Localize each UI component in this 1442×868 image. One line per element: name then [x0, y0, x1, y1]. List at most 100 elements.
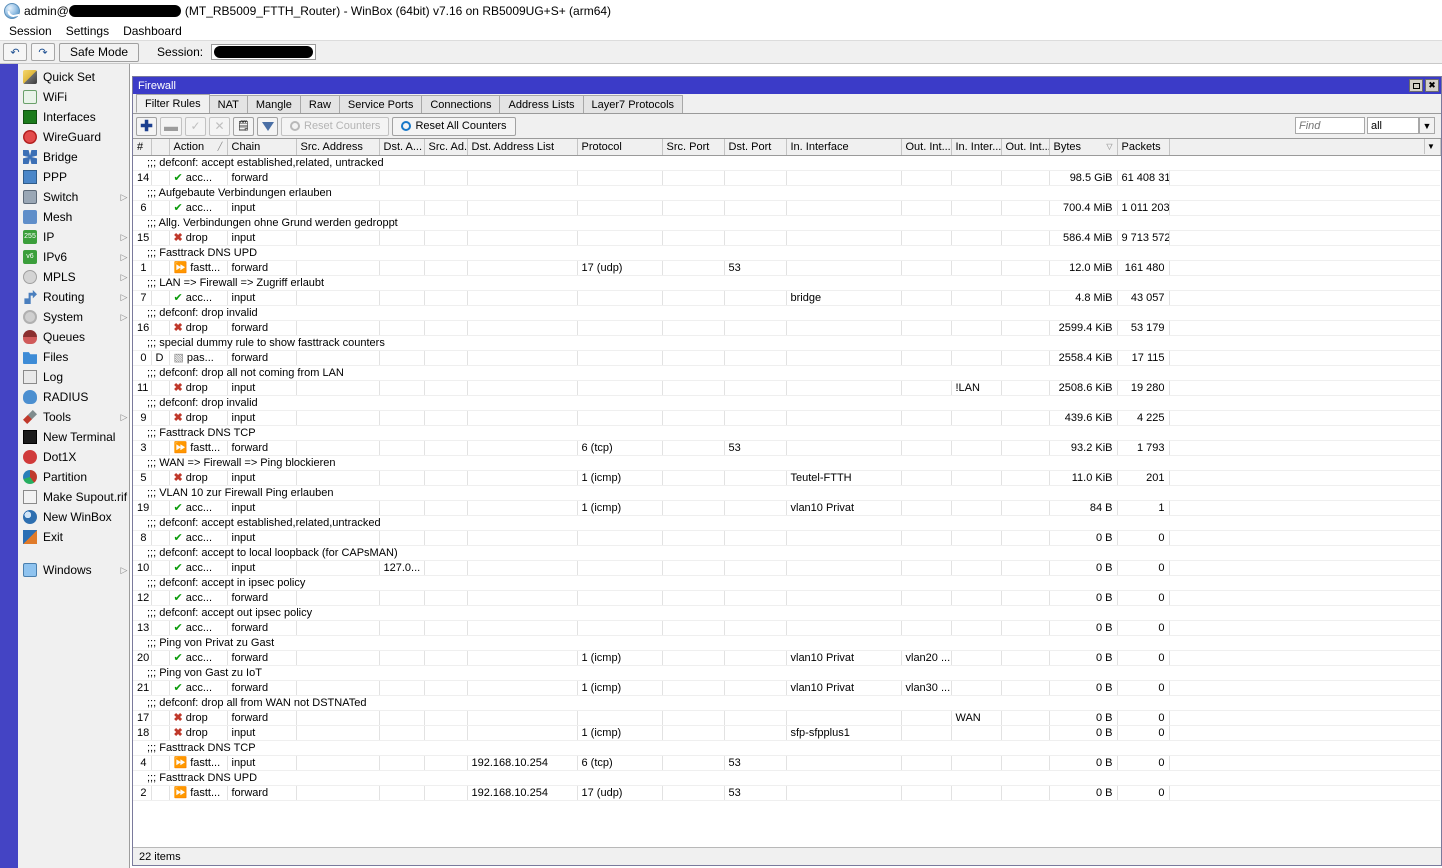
column-header-dst-port[interactable]: Dst. Port	[724, 139, 787, 156]
menu-dashboard[interactable]: Dashboard	[116, 23, 189, 39]
sidebar-item-queues[interactable]: Queues	[18, 327, 129, 347]
rule-comment-row[interactable]: ;;; Fasttrack DNS TCP	[133, 740, 1440, 756]
tab-layer7-protocols[interactable]: Layer7 Protocols	[582, 95, 684, 113]
redo-icon[interactable]: ↷	[31, 43, 55, 61]
table-row[interactable]: 5 ✖ drop input 1 (icmp) Teutel-FTTH 11.0 KiB 20…	[133, 470, 1440, 486]
sidebar-item-interfaces[interactable]: Interfaces	[18, 107, 129, 127]
remove-rule-button[interactable]: ▬	[160, 116, 182, 136]
session-input[interactable]	[211, 44, 317, 60]
sidebar-item-quick-set[interactable]: Quick Set	[18, 67, 129, 87]
sidebar-item-exit[interactable]: Exit	[18, 527, 129, 547]
sidebar-item-ip[interactable]: 255 IP ▷	[18, 227, 129, 247]
filter-button[interactable]	[257, 116, 278, 136]
sidebar-item-system[interactable]: System ▷	[18, 307, 129, 327]
rule-comment-row[interactable]: ;;; defconf: accept established,related,…	[133, 515, 1440, 531]
search-input[interactable]	[1295, 117, 1365, 134]
sidebar-item-new-winbox[interactable]: New WinBox	[18, 507, 129, 527]
sidebar-item-switch[interactable]: Switch ▷	[18, 187, 129, 207]
column-header-out-int[interactable]: Out. Int...	[1001, 139, 1050, 156]
rule-comment-row[interactable]: ;;; defconf: drop invalid	[133, 305, 1440, 321]
column-header-src-port[interactable]: Src. Port	[662, 139, 725, 156]
chevron-down-icon[interactable]: ▼	[1419, 117, 1435, 134]
rule-comment-row[interactable]: ;;; special dummy rule to show fasttrack…	[133, 335, 1440, 351]
table-row[interactable]: 14✔acc...forward98.5 GiB61 408 314	[133, 169, 1440, 186]
table-row[interactable]: 9 ✖ drop input 439.6 KiB 4 225	[133, 410, 1440, 426]
tab-filter-rules[interactable]: Filter Rules	[136, 94, 210, 113]
table-row[interactable]: 21 ✔ acc... forward 1 (icmp) vlan10 Privat vla…	[133, 680, 1440, 696]
rule-comment-row[interactable]: ;;; Fasttrack DNS TCP	[133, 425, 1440, 441]
close-window-icon[interactable]: ✖	[1425, 79, 1439, 92]
column-header-bytes[interactable]: Bytes ▽	[1049, 139, 1118, 156]
rule-comment-row[interactable]: ;;; defconf: drop all not coming from LA…	[133, 365, 1440, 381]
table-row[interactable]: 0 D ▧ pas... forward 2558.4 KiB 17 115	[133, 350, 1440, 366]
rule-comment-row[interactable]: ;;; Fasttrack DNS UPD	[133, 245, 1440, 261]
sidebar-item-mesh[interactable]: Mesh	[18, 207, 129, 227]
column-header-dst-address-list[interactable]: Dst. Address List	[467, 139, 578, 156]
rule-comment-row[interactable]: ;;; WAN => Firewall => Ping blockieren	[133, 455, 1440, 471]
sidebar-item-routing[interactable]: Routing ▷	[18, 287, 129, 307]
column-header-chain[interactable]: Chain	[227, 139, 297, 156]
sidebar-item-make-supout-rif[interactable]: Make Supout.rif	[18, 487, 129, 507]
column-header-dst-a[interactable]: Dst. A...	[379, 139, 425, 156]
column-header-out-int[interactable]: Out. Int...	[901, 139, 952, 156]
sidebar-item-ppp[interactable]: PPP	[18, 167, 129, 187]
column-header-[interactable]: #	[133, 139, 152, 156]
tab-service-ports[interactable]: Service Ports	[338, 95, 423, 113]
sidebar-item-partition[interactable]: Partition	[18, 467, 129, 487]
table-row[interactable]: 19 ✔ acc... input 1 (icmp) vlan10 Privat 84 B1	[133, 500, 1440, 516]
table-row[interactable]: 7 ✔ acc... input bridge 4.8 MiB 43 057	[133, 290, 1440, 306]
rule-comment-row[interactable]: ;;; defconf: accept in ipsec policy	[133, 575, 1440, 591]
sidebar-item-windows[interactable]: Windows ▷	[18, 560, 129, 580]
table-row[interactable]: 1 ⏩ fastt... forward 17 (udp) 53 12.0 MiB 161 4…	[133, 260, 1440, 276]
column-header-src-ad[interactable]: Src. Ad...	[424, 139, 468, 156]
table-row[interactable]: 2 ⏩ fastt... forward 192.168.10.254 17 (udp) 5…	[133, 785, 1440, 801]
table-row[interactable]: 15 ✖ drop input 586.4 MiB 9 713 572	[133, 230, 1440, 246]
sidebar-item-wireguard[interactable]: WireGuard	[18, 127, 129, 147]
table-row[interactable]: 17 ✖ drop forward WAN 0 B0	[133, 710, 1440, 726]
column-header-protocol[interactable]: Protocol	[577, 139, 663, 156]
column-header-in-interface[interactable]: In. Interface	[786, 139, 902, 156]
rule-comment-row[interactable]: ;;; defconf: accept to local loopback (f…	[133, 545, 1440, 561]
disable-rule-button[interactable]: ✕	[209, 116, 230, 136]
table-row[interactable]: 16 ✖ drop forward 2599.4 KiB 53 179	[133, 320, 1440, 336]
sidebar-item-log[interactable]: Log	[18, 367, 129, 387]
table-row[interactable]: 10 ✔ acc... input 127.0... 0 B0	[133, 560, 1440, 576]
safe-mode-button[interactable]: Safe Mode	[59, 42, 140, 62]
tab-address-lists[interactable]: Address Lists	[499, 95, 584, 113]
tab-connections[interactable]: Connections	[421, 95, 501, 113]
rule-comment-row[interactable]: ;;; Aufgebaute Verbindungen erlauben	[133, 185, 1440, 201]
sidebar-item-new-terminal[interactable]: New Terminal	[18, 427, 129, 447]
sidebar-item-radius[interactable]: RADIUS	[18, 387, 129, 407]
table-row[interactable]: 6 ✔ acc... input 700.4 MiB 1 011 203	[133, 200, 1440, 216]
rule-comment-row[interactable]: ;;; Fasttrack DNS UPD	[133, 770, 1440, 786]
column-header-blank[interactable]	[151, 139, 170, 156]
tab-nat[interactable]: NAT	[208, 95, 248, 113]
sidebar-item-dot1x[interactable]: Dot1X	[18, 447, 129, 467]
table-row[interactable]: 13 ✔ acc... forward 0 B0	[133, 620, 1440, 636]
table-row[interactable]: 4 ⏩ fastt... input 192.168.10.254 6 (tcp) 53 0 …	[133, 755, 1440, 771]
comment-button[interactable]: 🗒	[233, 116, 254, 136]
table-row[interactable]: 20 ✔ acc... forward 1 (icmp) vlan10 Privat vla…	[133, 650, 1440, 666]
enable-rule-button[interactable]: ✓	[185, 116, 206, 136]
add-rule-button[interactable]: ✚	[136, 116, 157, 136]
table-row[interactable]: 11 ✖ drop input !LAN 2508.6 KiB 19 280	[133, 380, 1440, 396]
sidebar-item-wifi[interactable]: WiFi	[18, 87, 129, 107]
rule-comment-row[interactable]: ;;; Allg. Verbindungen ohne Grund werden…	[133, 215, 1440, 231]
rule-comment-row[interactable]: ;;; VLAN 10 zur Firewall Ping erlauben	[133, 485, 1440, 501]
tab-raw[interactable]: Raw	[299, 95, 340, 113]
rule-comment-row[interactable]: ;;; LAN => Firewall => Zugriff erlaubt	[133, 275, 1440, 291]
table-row[interactable]: 3 ⏩ fastt... forward 6 (tcp) 53 93.2 KiB 1 793	[133, 440, 1440, 456]
column-header-src-address[interactable]: Src. Address	[296, 139, 380, 156]
column-chooser-icon[interactable]: ▼	[1423, 139, 1438, 154]
undo-icon[interactable]: ↶	[3, 43, 27, 61]
rule-comment-row[interactable]: ;;; defconf: accept established,related,…	[133, 155, 1440, 171]
sidebar-item-files[interactable]: Files	[18, 347, 129, 367]
menu-session[interactable]: Session	[2, 23, 59, 39]
table-row[interactable]: 8 ✔ acc... input 0 B0	[133, 530, 1440, 546]
sidebar-item-ipv6[interactable]: v6 IPv6 ▷	[18, 247, 129, 267]
restore-window-icon[interactable]	[1409, 79, 1423, 92]
sidebar-item-mpls[interactable]: MPLS ▷	[18, 267, 129, 287]
column-header-packets[interactable]: Packets	[1117, 139, 1170, 156]
table-row[interactable]: 18 ✖ drop input 1 (icmp) sfp-sfpplus1 0 B0	[133, 725, 1440, 741]
tab-mangle[interactable]: Mangle	[246, 95, 301, 113]
